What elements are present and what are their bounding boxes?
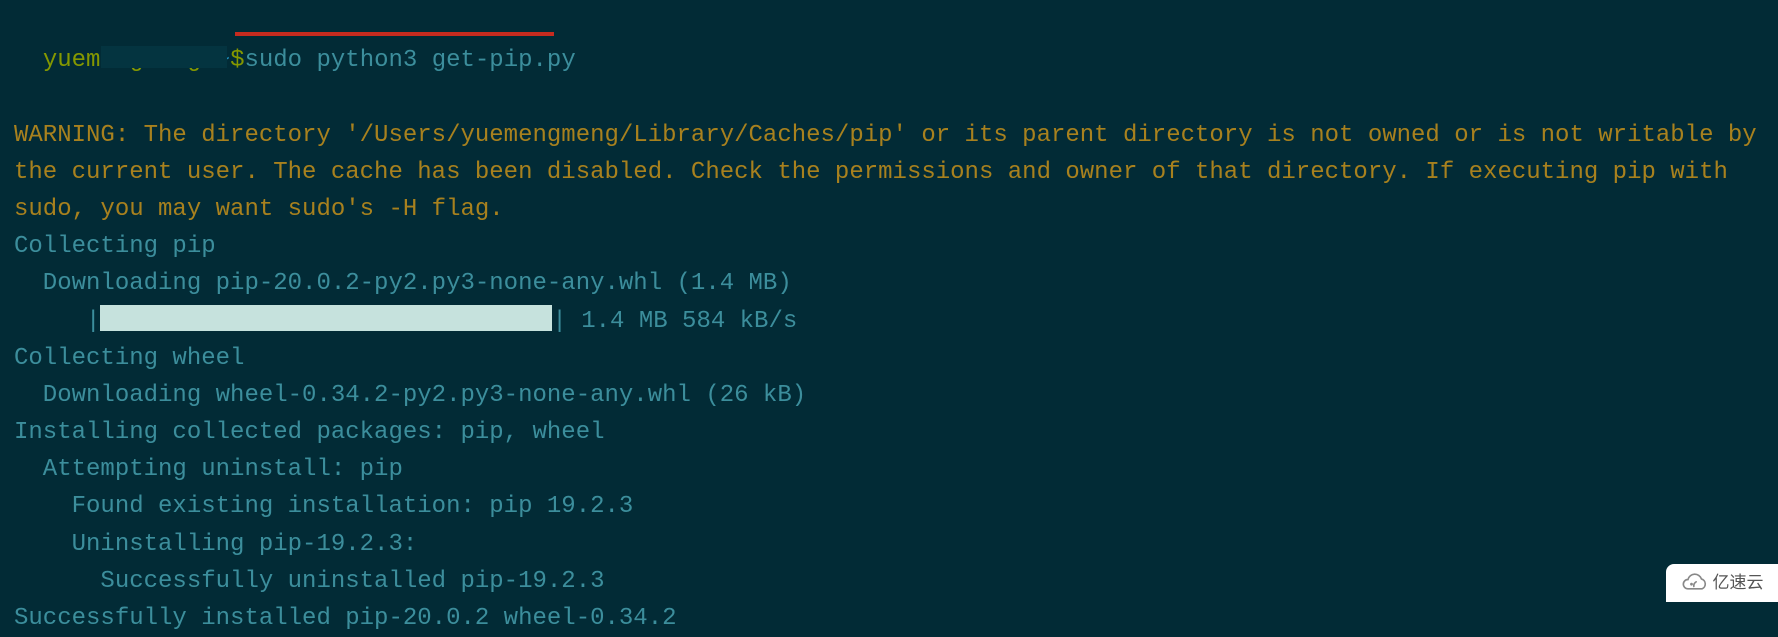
- progress-bar: [100, 305, 552, 331]
- output-success: Successfully installed pip-20.0.2 wheel-…: [14, 600, 1764, 637]
- prompt-user-censored: emengmeng: [72, 42, 202, 79]
- output-uninstalled: Successfully uninstalled pip-19.2.3: [14, 563, 1764, 600]
- output-downloading-pip: Downloading pip-20.0.2-py2.py3-none-any.…: [14, 265, 1764, 302]
- output-installing: Installing collected packages: pip, whee…: [14, 414, 1764, 451]
- output-progress-line: | | 1.4 MB 584 kB/s: [14, 303, 1764, 340]
- prompt-user: yuemengmeng: [43, 47, 201, 74]
- prompt-command[interactable]: sudo python3 get-pip.py: [244, 47, 575, 74]
- terminal-prompt-line[interactable]: yuemengmeng:~$sudo python3 get-pip.py: [14, 5, 1764, 117]
- prompt-dollar: $: [230, 47, 244, 74]
- cloud-icon: [1681, 572, 1709, 594]
- progress-suffix: | 1.4 MB 584 kB/s: [552, 308, 797, 335]
- output-attempt-uninstall: Attempting uninstall: pip: [14, 451, 1764, 488]
- warning-message: WARNING: The directory '/Users/yuemengme…: [14, 117, 1764, 229]
- output-collecting-pip: Collecting pip: [14, 228, 1764, 265]
- output-downloading-wheel: Downloading wheel-0.34.2-py2.py3-none-an…: [14, 377, 1764, 414]
- output-uninstalling: Uninstalling pip-19.2.3:: [14, 526, 1764, 563]
- output-collecting-wheel: Collecting wheel: [14, 340, 1764, 377]
- progress-prefix: |: [14, 308, 100, 335]
- output-found-existing: Found existing installation: pip 19.2.3: [14, 488, 1764, 525]
- watermark-badge: 亿速云: [1666, 564, 1778, 602]
- command-underline-annotation: [235, 32, 554, 36]
- watermark-text: 亿速云: [1713, 570, 1764, 596]
